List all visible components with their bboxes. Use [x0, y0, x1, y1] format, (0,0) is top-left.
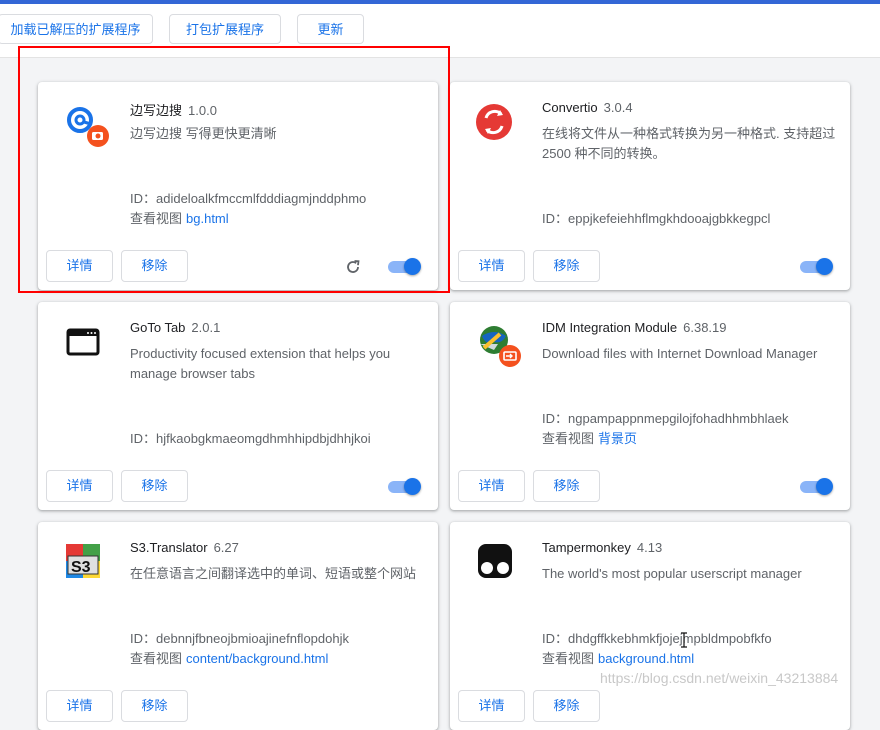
extension-description: Download files with Internet Download Ma…	[542, 346, 818, 361]
extension-card: IDM Integration Module 6.38.19 Download f…	[450, 302, 850, 510]
extension-description: The world's most popular userscript mana…	[542, 566, 802, 581]
remove-button[interactable]: 移除	[533, 470, 600, 502]
extension-description: Productivity focused extension that help…	[130, 346, 391, 381]
extension-name: Tampermonkey 4.13	[542, 540, 663, 555]
extension-name: Convertio 3.0.4	[542, 100, 633, 115]
extension-version: 3.0.4	[603, 100, 633, 115]
extension-version: 4.13	[636, 540, 663, 555]
extension-card: S3 S3.Translator 6.27 在任意语言之间翻译选中的单词、短语或整…	[38, 522, 438, 730]
remove-button[interactable]: 移除	[533, 250, 600, 282]
view-link[interactable]: 背景页	[598, 431, 637, 446]
remove-button[interactable]: 移除	[121, 690, 188, 722]
idm-globe-icon	[476, 322, 521, 367]
red-highlight-box	[18, 46, 450, 293]
inspect-views: 查看视图 content/background.html	[130, 651, 329, 666]
extension-card: Convertio 3.0.4 在线将文件从一种格式转换为另一种格式. 支持超过 …	[450, 82, 850, 290]
view-link[interactable]: background.html	[598, 651, 694, 666]
extension-id: ID：hjfkaobgkmaeomgdhmhhipdbjdhhjkoi	[130, 431, 371, 446]
pack-extension-button[interactable]: 打包扩展程序	[169, 14, 281, 44]
extension-version: 6.38.19	[683, 320, 727, 335]
convertio-icon	[476, 102, 516, 142]
remove-button[interactable]: 移除	[121, 470, 188, 502]
inspect-views: 查看视图 背景页	[542, 431, 638, 446]
load-unpacked-button[interactable]: 加载已解压的扩展程序	[0, 14, 153, 44]
extension-name: S3.Translator 6.27	[130, 540, 239, 555]
text-cursor-icon	[679, 632, 689, 648]
watermark-text: https://blog.csdn.net/weixin_43213884	[600, 670, 839, 686]
extension-version: 6.27	[213, 540, 239, 555]
extension-description: 在任意语言之间翻译选中的单词、短语或整个网站	[130, 566, 417, 581]
enable-toggle[interactable]	[798, 478, 833, 495]
enable-toggle[interactable]	[798, 258, 833, 275]
details-button[interactable]: 详情	[458, 470, 525, 502]
view-link[interactable]: content/background.html	[186, 651, 328, 666]
s3-translator-icon: S3	[64, 542, 104, 582]
details-button[interactable]: 详情	[46, 470, 113, 502]
extension-card: GoTo Tab 2.0.1 Productivity focused exten…	[38, 302, 438, 510]
enable-toggle[interactable]	[386, 478, 421, 495]
extension-id: ID：ngpampappnmepgilojfohadhhmbhlaek	[542, 411, 789, 426]
inspect-views: 查看视图 background.html	[542, 651, 695, 666]
details-button[interactable]: 详情	[458, 250, 525, 282]
extension-description: 在线将文件从一种格式转换为另一种格式. 支持超过 2500 种不同的转换。	[542, 126, 836, 161]
extension-id: ID：debnnjfbneojbmioajinefnflopdohjk	[130, 631, 349, 646]
extension-name: GoTo Tab 2.0.1	[130, 320, 221, 335]
extension-version: 2.0.1	[191, 320, 221, 335]
extension-name: IDM Integration Module 6.38.19	[542, 320, 727, 335]
extension-card: Tampermonkey 4.13 The world's most popula…	[450, 522, 850, 730]
details-button[interactable]: 详情	[458, 690, 525, 722]
remove-button[interactable]: 移除	[533, 690, 600, 722]
extension-id: ID：eppjkefeiehhflmgkhdooajgbkkegpcl	[542, 211, 771, 226]
update-button[interactable]: 更新	[297, 14, 364, 44]
svg-text:S3: S3	[71, 559, 91, 576]
extension-id: ID：dhdgffkkebhmkfjojejmpbldmpobfkfo	[542, 631, 772, 646]
browser-window-icon	[64, 322, 104, 362]
tampermonkey-icon	[476, 542, 516, 582]
details-button[interactable]: 详情	[46, 690, 113, 722]
